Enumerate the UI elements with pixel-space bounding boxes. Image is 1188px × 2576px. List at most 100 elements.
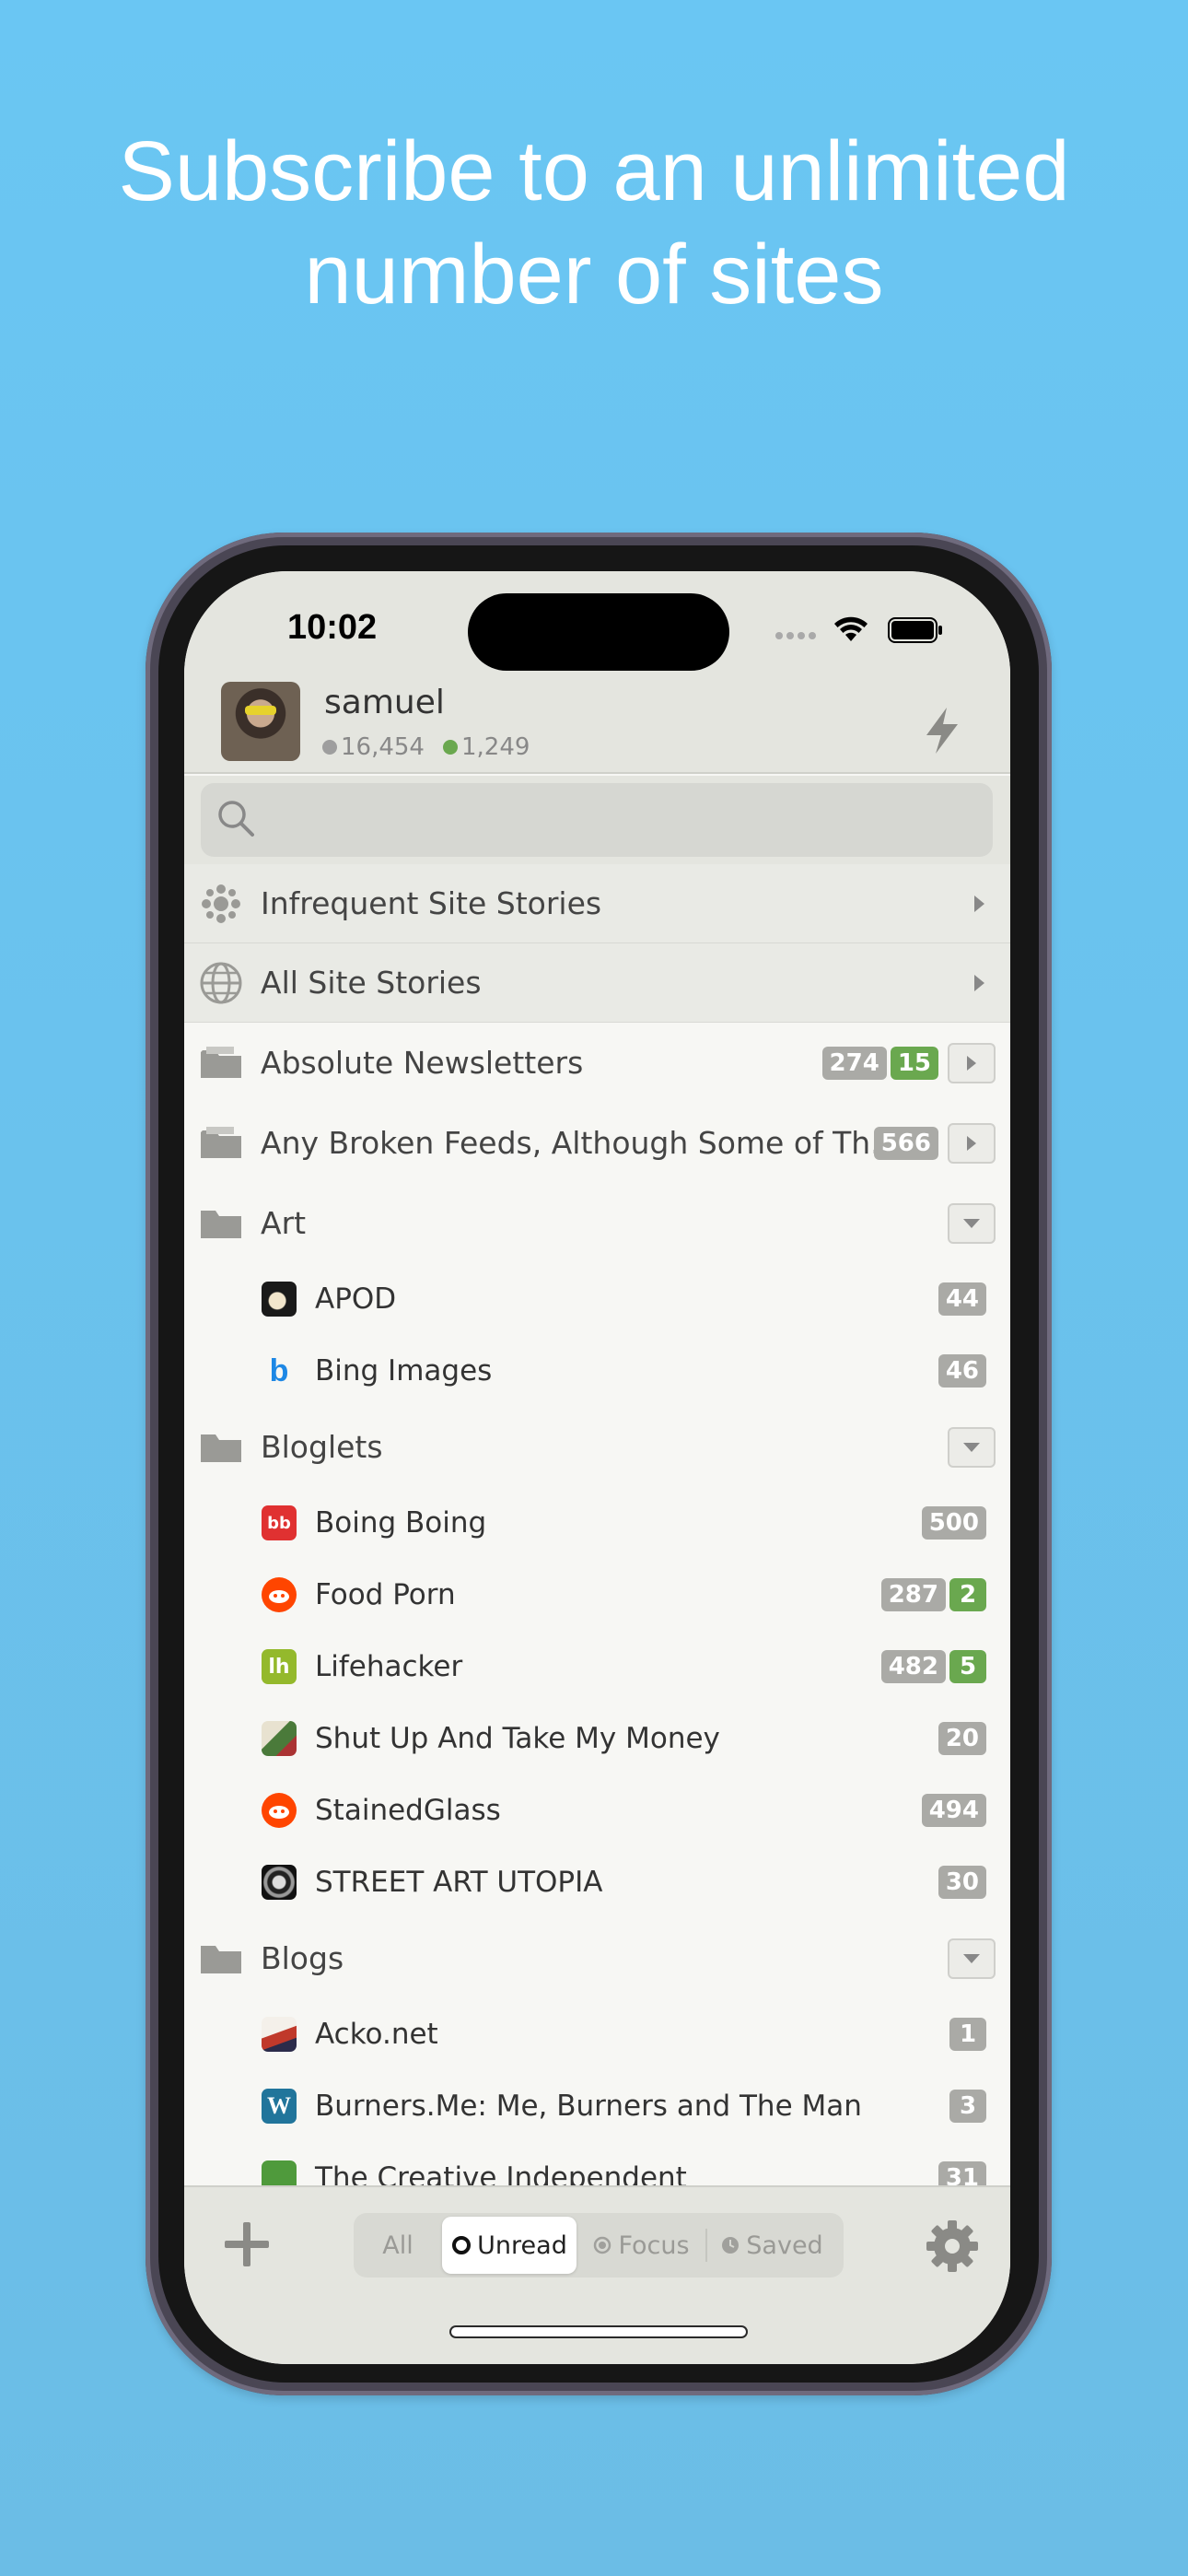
status-time: 10:02 [287, 608, 378, 647]
settings-gear-icon[interactable] [923, 2217, 982, 2276]
unread-count-badge: 287 [880, 1578, 946, 1611]
folder-controls [942, 1426, 996, 1468]
feed-row-acko-net[interactable]: Acko.net 1 [184, 1998, 1010, 2070]
collapse-folder-button[interactable] [948, 1202, 996, 1244]
chevron-right-icon [974, 974, 984, 991]
bing-favicon-icon: b [269, 1353, 289, 1388]
infrequent-site-stories-row[interactable]: Infrequent Site Stories [184, 864, 1010, 943]
unread-count: 1,249 [460, 733, 530, 761]
folder-icon [201, 1434, 241, 1462]
row-label: Blogs [261, 1940, 344, 1976]
apod-favicon-icon [262, 1282, 297, 1317]
folder-controls [942, 1202, 996, 1244]
collapse-folder-button[interactable] [948, 1938, 996, 1979]
collapse-folder-button[interactable] [948, 1426, 996, 1468]
row-label: StainedGlass [315, 1794, 501, 1827]
row-label: Lifehacker [315, 1650, 463, 1683]
focus-count-badge: 15 [890, 1046, 938, 1080]
row-label: Shut Up And Take My Money [315, 1722, 720, 1755]
unread-count-badge: 30 [938, 1866, 986, 1899]
search-icon [218, 801, 254, 837]
reddit-favicon-icon [262, 1577, 297, 1612]
lightning-icon[interactable] [921, 706, 963, 755]
folder-bloglets[interactable]: Bloglets [184, 1407, 1010, 1487]
folder-blogs[interactable]: Blogs [184, 1918, 1010, 1998]
street-art-favicon-icon [262, 1865, 297, 1900]
feed-row-stainedglass[interactable]: StainedGlass 494 [184, 1774, 1010, 1846]
feed-row-burners-me[interactable]: W Burners.Me: Me, Burners and The Man 3 [184, 2070, 1010, 2142]
row-label: Boing Boing [315, 1506, 487, 1540]
dynamic-island [468, 593, 729, 671]
folder-art[interactable]: Art [184, 1183, 1010, 1263]
search-bar-area [184, 776, 1010, 864]
money-favicon-icon [262, 1721, 297, 1756]
all-site-stories-row[interactable]: All Site Stories [184, 943, 1010, 1023]
unread-count-badge: 44 [938, 1282, 986, 1316]
bottom-toolbar: All Unread Focus Saved [184, 2185, 1010, 2364]
lifehacker-favicon-icon: lh [262, 1649, 297, 1684]
expand-folder-button[interactable] [948, 1042, 996, 1083]
headline-line-1: Subscribe to an unlimited [118, 124, 1070, 218]
row-label: Infrequent Site Stories [261, 885, 602, 921]
row-label: Acko.net [315, 2018, 438, 2051]
reddit-favicon-icon [262, 1793, 297, 1828]
filter-saved-button[interactable]: Saved [707, 2213, 836, 2277]
chevron-right-icon [967, 1135, 976, 1151]
username: samuel [324, 684, 445, 721]
row-label: Art [261, 1205, 307, 1241]
profile-stats: 16,454 1,249 [322, 733, 530, 761]
search-input[interactable] [201, 783, 993, 857]
feed-row-street-art-utopia[interactable]: STREET ART UTOPIA 30 [184, 1846, 1010, 1918]
row-label: Bloglets [261, 1429, 383, 1465]
home-indicator[interactable] [451, 2327, 746, 2336]
folder-absolute-newsletters[interactable]: Absolute Newsletters 274 15 [184, 1023, 1010, 1103]
chevron-down-icon [963, 1953, 980, 1963]
folder-icon [201, 1046, 241, 1078]
unread-badges: 46 [938, 1354, 986, 1388]
unread-count-badge: 20 [938, 1722, 986, 1755]
globe-icon [200, 962, 242, 1003]
avatar[interactable] [221, 682, 300, 761]
unread-badges: 30 [938, 1866, 986, 1899]
expand-folder-button[interactable] [948, 1122, 996, 1164]
feed-row-apod[interactable]: APOD 44 [184, 1263, 1010, 1335]
unread-count-badge: 494 [921, 1794, 986, 1827]
saved-clock-icon [722, 2237, 740, 2254]
folder-any-broken-feeds[interactable]: Any Broken Feeds, Although Some of Th...… [184, 1103, 1010, 1183]
unread-count-badge: 274 [821, 1046, 887, 1080]
row-label: Burners.Me: Me, Burners and The Man [315, 2090, 862, 2123]
wordpress-favicon-icon: W [262, 2089, 297, 2124]
chevron-down-icon [963, 1218, 980, 1228]
unread-badges: 1 [949, 2018, 986, 2051]
unread-count-badge: 566 [873, 1126, 938, 1160]
feed-list: Infrequent Site Stories All Site Stories… [184, 864, 1010, 2214]
filter-focus-button[interactable]: Focus [577, 2213, 705, 2277]
profile-header: samuel 16,454 1,249 [184, 673, 1010, 774]
folder-controls [942, 1938, 996, 1979]
row-label: APOD [315, 1282, 397, 1316]
row-label: Any Broken Feeds, Although Some of Th... [261, 1125, 900, 1161]
row-label: STREET ART UTOPIA [315, 1866, 603, 1899]
filter-unread-button[interactable]: Unread [442, 2217, 577, 2274]
unread-dot-icon [442, 740, 458, 755]
feed-row-food-porn[interactable]: Food Porn 287 2 [184, 1559, 1010, 1631]
unread-badges: 20 [938, 1722, 986, 1755]
row-label: Bing Images [315, 1354, 493, 1388]
filter-segmented-control: All Unread Focus Saved [354, 2213, 844, 2277]
feed-row-shut-up-and-take-my-money[interactable]: Shut Up And Take My Money 20 [184, 1703, 1010, 1774]
wifi-icon [834, 616, 868, 641]
unread-circle-icon [452, 2236, 472, 2254]
row-label: Absolute Newsletters [261, 1045, 584, 1081]
filter-unread-label: Unread [477, 2231, 567, 2260]
focus-count-badge: 2 [949, 1578, 986, 1611]
feed-row-lifehacker[interactable]: lh Lifehacker 482 5 [184, 1631, 1010, 1703]
add-feed-button[interactable] [221, 2219, 273, 2270]
app-screen: 10:02 samuel 16,454 1,249 Infrequent Sit… [184, 571, 1010, 2364]
folder-icon [201, 1126, 241, 1158]
unread-badges: 44 [938, 1282, 986, 1316]
focus-icon [594, 2236, 611, 2254]
feed-row-boing-boing[interactable]: bb Boing Boing 500 [184, 1487, 1010, 1559]
feed-row-bing-images[interactable]: b Bing Images 46 [184, 1335, 1010, 1407]
infrequent-icon [202, 884, 240, 923]
filter-all-button[interactable]: All [354, 2213, 442, 2277]
